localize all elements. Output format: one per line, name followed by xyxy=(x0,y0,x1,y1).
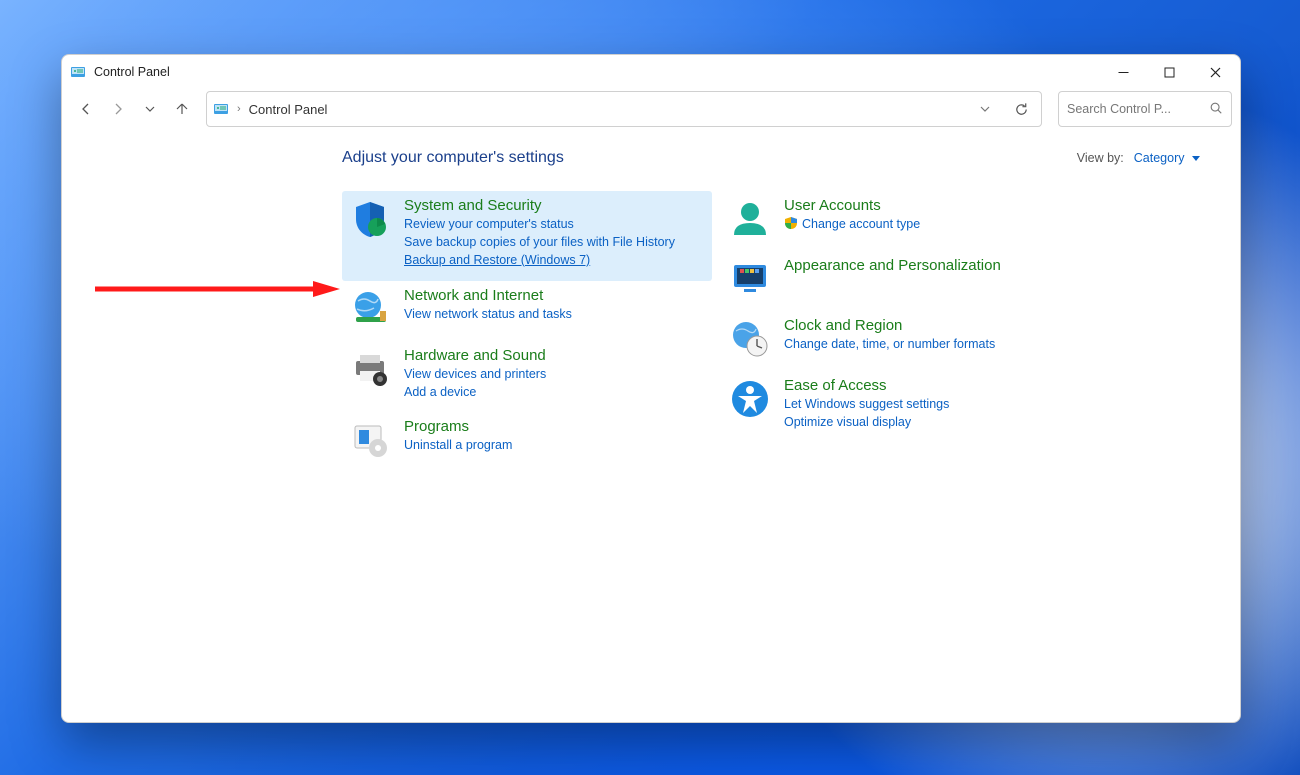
titlebar[interactable]: Control Panel xyxy=(62,55,1240,89)
monitor-icon xyxy=(730,257,770,299)
user-icon xyxy=(730,197,770,239)
page-header: Adjust your computer's settings View by:… xyxy=(342,149,1200,167)
right-column: User Accounts Change account type xyxy=(722,191,1092,472)
category-appearance[interactable]: Appearance and Personalization xyxy=(722,251,1092,311)
category-hardware-sound[interactable]: Hardware and Sound View devices and prin… xyxy=(342,341,712,413)
category-link[interactable]: Uninstall a program xyxy=(404,437,704,454)
maximize-button[interactable] xyxy=(1146,56,1192,88)
category-title[interactable]: Ease of Access xyxy=(784,377,1084,394)
category-title[interactable]: Appearance and Personalization xyxy=(784,257,1084,274)
category-system-security[interactable]: System and Security Review your computer… xyxy=(342,191,712,281)
close-button[interactable] xyxy=(1192,56,1238,88)
address-bar-icon xyxy=(213,101,229,117)
category-title[interactable]: Network and Internet xyxy=(404,287,704,304)
breadcrumb[interactable]: Control Panel xyxy=(249,102,328,117)
desktop-wallpaper: Control Panel xyxy=(0,0,1300,775)
chevron-right-icon: › xyxy=(237,103,241,115)
back-button[interactable] xyxy=(72,95,100,123)
shield-icon xyxy=(350,197,390,239)
recent-dropdown[interactable] xyxy=(136,95,164,123)
category-link[interactable]: Change date, time, or number formats xyxy=(784,336,1084,353)
category-title[interactable]: Hardware and Sound xyxy=(404,347,704,364)
category-link[interactable]: View devices and printers xyxy=(404,366,704,383)
left-column: System and Security Review your computer… xyxy=(342,191,712,472)
programs-icon xyxy=(350,418,390,460)
control-panel-window: Control Panel xyxy=(61,54,1241,723)
globe-icon xyxy=(350,287,390,329)
uac-shield-icon xyxy=(784,216,798,230)
category-title[interactable]: Clock and Region xyxy=(784,317,1084,334)
category-link[interactable]: Change account type xyxy=(784,216,1084,233)
control-panel-icon xyxy=(70,64,86,80)
clock-globe-icon xyxy=(730,317,770,359)
backup-restore-link[interactable]: Backup and Restore (Windows 7) xyxy=(404,252,704,269)
category-network-internet[interactable]: Network and Internet View network status… xyxy=(342,281,712,341)
minimize-button[interactable] xyxy=(1100,56,1146,88)
search-icon xyxy=(1209,101,1223,118)
page-title: Adjust your computer's settings xyxy=(342,149,564,167)
category-user-accounts[interactable]: User Accounts Change account type xyxy=(722,191,1092,251)
forward-button[interactable] xyxy=(104,95,132,123)
address-dropdown[interactable] xyxy=(971,95,999,123)
address-bar[interactable]: › Control Panel xyxy=(206,91,1042,127)
content-area: Adjust your computer's settings View by:… xyxy=(62,133,1240,722)
window-title: Control Panel xyxy=(94,65,170,79)
navbar: › Control Panel Search Control P... xyxy=(62,89,1240,133)
search-placeholder: Search Control P... xyxy=(1067,102,1201,116)
view-by-label: View by: xyxy=(1077,151,1124,165)
category-link[interactable]: Optimize visual display xyxy=(784,414,1084,431)
category-programs[interactable]: Programs Uninstall a program xyxy=(342,412,712,472)
search-input[interactable]: Search Control P... xyxy=(1058,91,1232,127)
refresh-button[interactable] xyxy=(1007,95,1035,123)
category-link[interactable]: Review your computer's status xyxy=(404,216,704,233)
category-link[interactable]: Save backup copies of your files with Fi… xyxy=(404,234,704,251)
view-by-selector[interactable]: View by: Category xyxy=(1077,151,1200,165)
category-link[interactable]: Add a device xyxy=(404,384,704,401)
printer-icon xyxy=(350,347,390,389)
category-columns: System and Security Review your computer… xyxy=(342,191,1200,472)
category-link[interactable]: Let Windows suggest settings xyxy=(784,396,1084,413)
accessibility-icon xyxy=(730,377,770,419)
up-button[interactable] xyxy=(168,95,196,123)
category-title[interactable]: User Accounts xyxy=(784,197,1084,214)
view-by-value: Category xyxy=(1134,151,1185,165)
chevron-down-icon xyxy=(1192,156,1200,161)
category-title[interactable]: System and Security xyxy=(404,197,704,214)
category-clock-region[interactable]: Clock and Region Change date, time, or n… xyxy=(722,311,1092,371)
category-title[interactable]: Programs xyxy=(404,418,704,435)
category-ease-of-access[interactable]: Ease of Access Let Windows suggest setti… xyxy=(722,371,1092,443)
category-link[interactable]: View network status and tasks xyxy=(404,306,704,323)
